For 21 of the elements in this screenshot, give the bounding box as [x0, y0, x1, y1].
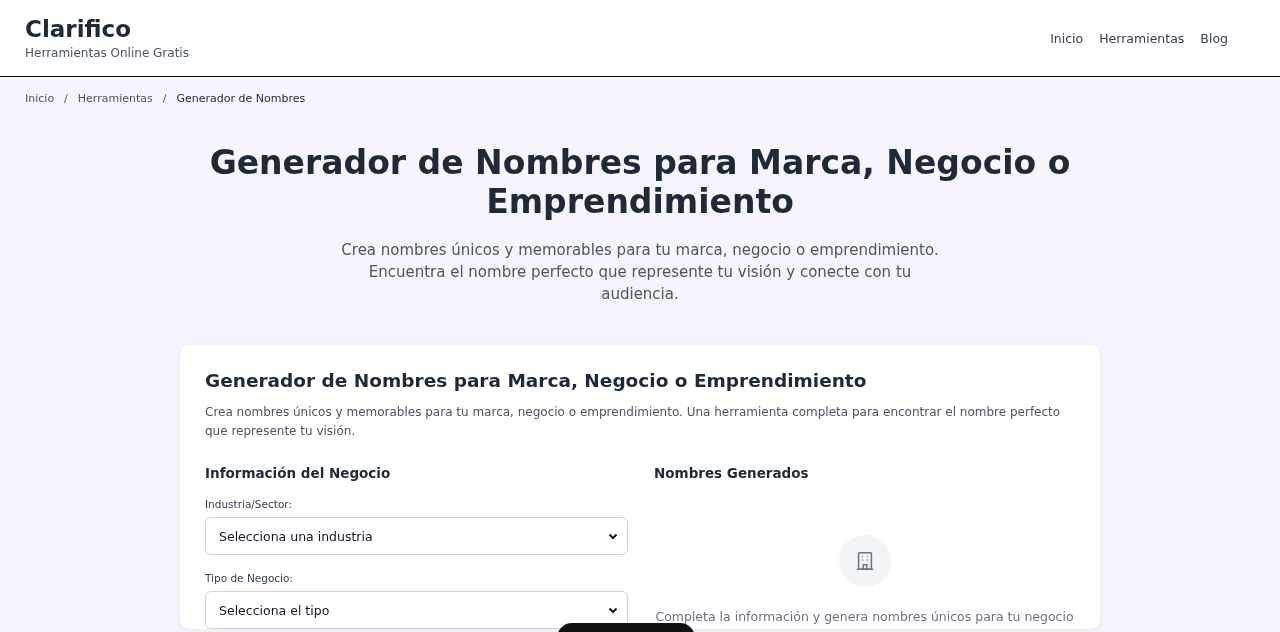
card-description: Crea nombres únicos y memorables para tu marca, negocio o emprendimiento. Una herramienta completa para encontrar el nombre perfecto que represente tu visión.: [205, 404, 1062, 440]
select-field[interactable]: Selecciona el tipo: [205, 591, 628, 629]
breadcrumb-link[interactable]: Inicio: [25, 92, 55, 105]
breadcrumb-separator: /: [162, 92, 167, 105]
nav-link[interactable]: Herramientas: [1099, 30, 1185, 46]
field-label: Tipo de Negocio:: [205, 572, 294, 584]
site-tagline: Herramientas Online Gratis: [25, 46, 189, 60]
site-logo[interactable]: Clarifico: [25, 16, 189, 42]
page-subtitle: Crea nombres únicos y memorables para tu marca, negocio o emprendimiento. Encuentra el nombre perfecto que represente tu visión y conecte con tu audiencia.: [340, 240, 940, 305]
section-heading: Nombres Generados: [654, 465, 810, 481]
empty-message: Completa la información y genera nombres únicos para tu negocio: [655, 609, 1074, 624]
nav-link[interactable]: Inicio: [1050, 30, 1084, 46]
field-label: Industria/Sector:: [205, 498, 293, 510]
breadcrumb-link[interactable]: Herramientas: [77, 92, 153, 105]
section-heading: Información del Negocio: [205, 465, 392, 481]
nav-link[interactable]: Blog: [1200, 30, 1228, 46]
page-title: Generador de Nombres para Marca, Negocio o Emprendimiento: [208, 143, 1072, 221]
breadcrumb-separator: /: [64, 92, 68, 105]
card-title: Generador de Nombres para Marca, Negocio o Emprendimiento: [205, 370, 868, 391]
select-field[interactable]: Selecciona una industria: [205, 517, 628, 555]
breadcrumb-current[interactable]: Generador de Nombres: [176, 92, 306, 105]
